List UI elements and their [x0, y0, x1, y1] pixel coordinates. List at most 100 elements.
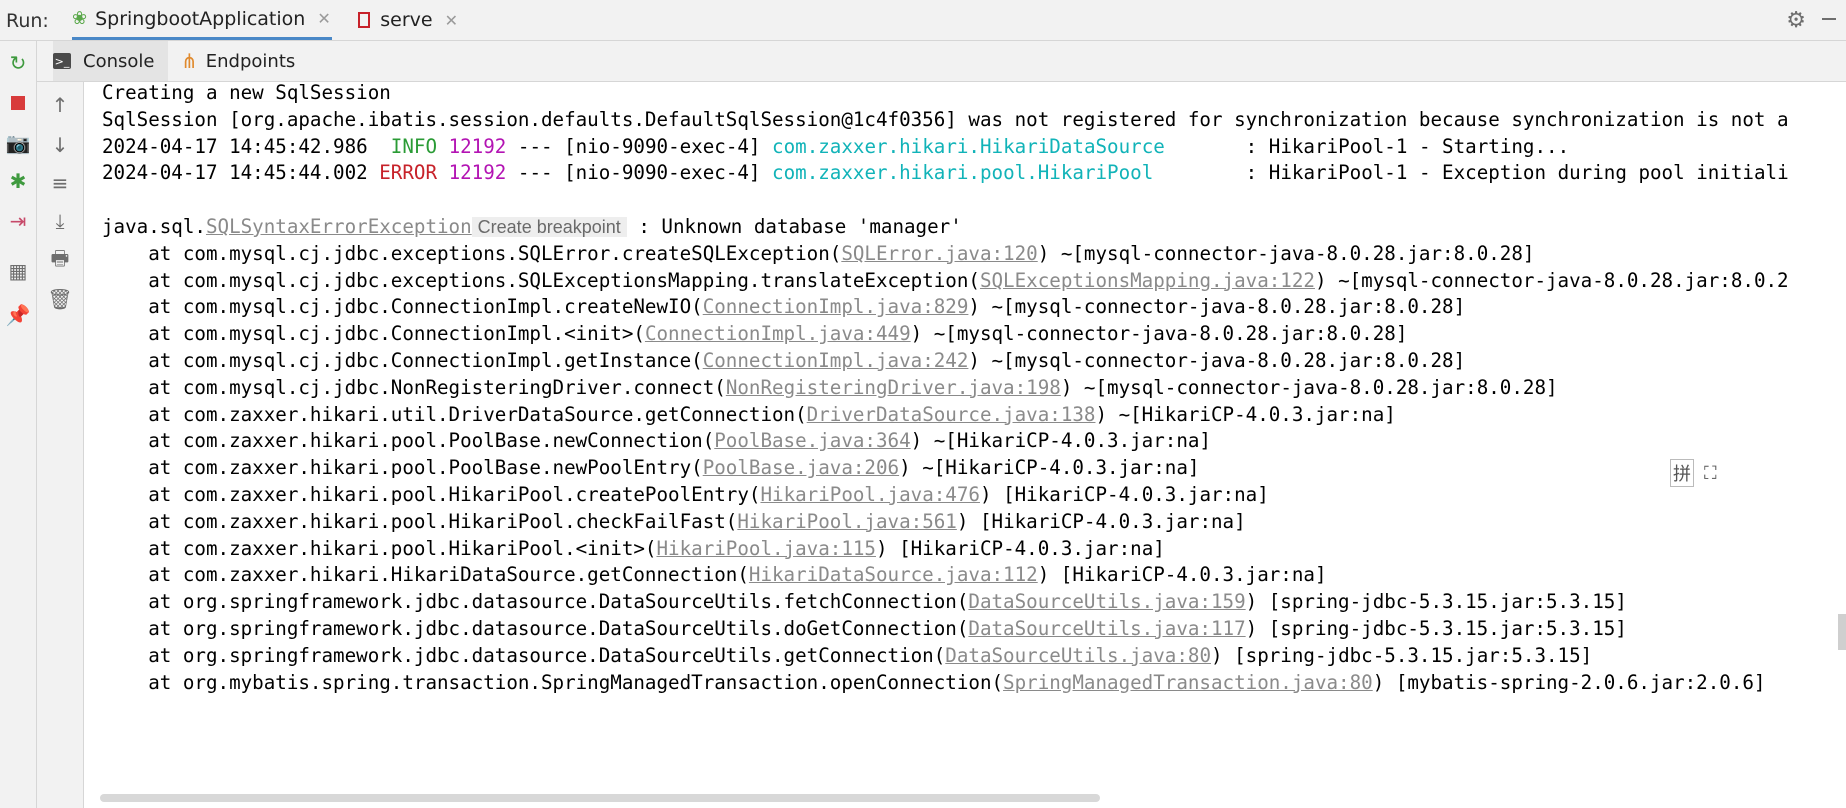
console-text: ) [spring-jdbc-5.3.15.jar:5.3.15]: [1211, 643, 1593, 667]
print-icon[interactable]: 🖶: [47, 246, 73, 274]
console-text: at com.mysql.cj.jdbc.ConnectionImpl.crea…: [102, 295, 703, 319]
rerun-icon[interactable]: ↻: [6, 51, 30, 75]
source-link[interactable]: NonRegisteringDriver.java:198: [726, 376, 1061, 399]
console-text: at org.mybatis.spring.transaction.Spring…: [102, 670, 1004, 694]
close-icon[interactable]: ✕: [317, 9, 330, 28]
console-text: ) [HikariCP-4.0.3.jar:na]: [876, 536, 1165, 560]
source-link[interactable]: DataSourceUtils.java:159: [968, 590, 1245, 613]
source-link[interactable]: ConnectionImpl.java:449: [645, 322, 911, 345]
tab-label: SpringbootApplication: [95, 7, 306, 30]
console-text: at com.zaxxer.hikari.pool.HikariPool.cre…: [102, 483, 761, 506]
console-output[interactable]: Creating a new SqlSession SqlSession [org…: [84, 82, 1846, 794]
tab-serve[interactable]: serve ✕: [358, 0, 458, 40]
source-link[interactable]: ConnectionImpl.java:829: [703, 295, 969, 318]
console-text: ) [HikariCP-4.0.3.jar:na]: [956, 509, 1246, 533]
camera-icon[interactable]: 📷: [6, 131, 31, 155]
gear-icon[interactable]: ⚙: [1786, 8, 1806, 33]
console-text: at org.springframework.jdbc.datasource.D…: [102, 617, 969, 640]
source-link[interactable]: ConnectionImpl.java:242: [703, 349, 969, 372]
tab-endpoints[interactable]: ⋔ Endpoints: [181, 41, 295, 81]
source-link[interactable]: HikariDataSource.java:112: [749, 563, 1038, 586]
process-id: 12192: [448, 134, 507, 158]
source-link[interactable]: HikariPool.java:115: [657, 537, 877, 560]
console-line: 2024-04-17 14:45:44.002 ERROR 12192 --- …: [102, 157, 1789, 188]
console-text: ) ~[mysql-connector-java-8.0.28.jar:8.0.…: [968, 295, 1466, 319]
tab-springbootapplication[interactable]: ❀ SpringbootApplication ✕: [72, 0, 332, 40]
ime-toolbar: 拼 ⛶: [1670, 458, 1730, 488]
source-link[interactable]: PoolBase.java:364: [714, 429, 910, 452]
pin-icon[interactable]: 📌: [6, 303, 31, 327]
source-link[interactable]: SQLExceptionsMapping.java:122: [980, 269, 1315, 292]
exit-icon[interactable]: ⇥: [6, 209, 30, 233]
console-text: at com.zaxxer.hikari.HikariDataSource.ge…: [102, 563, 749, 587]
console-text: at com.mysql.cj.jdbc.exceptions.SQLError…: [102, 241, 842, 265]
create-breakpoint-button[interactable]: Create breakpoint: [471, 217, 627, 237]
console-text: at com.mysql.cj.jdbc.ConnectionImpl.<ini…: [102, 322, 645, 346]
console-tab-bar: >_ Console ⋔ Endpoints: [37, 41, 1846, 82]
debug-icon[interactable]: ✱: [6, 169, 30, 193]
pinyin-icon[interactable]: 拼: [1670, 459, 1694, 487]
horizontal-scrollbar[interactable]: [100, 794, 1100, 802]
trash-icon[interactable]: 🗑: [47, 286, 73, 312]
tab-label: Console: [83, 50, 155, 72]
tab-label: serve: [380, 9, 433, 31]
console-text: ) ~[HikariCP-4.0.3.jar:na]: [910, 429, 1211, 453]
process-id: 12192: [448, 161, 507, 185]
console-text: ) ~[mysql-connector-java-8.0.28.jar:8.0.…: [1314, 268, 1789, 292]
console-text: ) ~[mysql-connector-java-8.0.28.jar:8.0.…: [910, 322, 1408, 346]
console-text: java.sql.: [102, 215, 206, 238]
run-toolbar: ↻ 📷 ✱ ⇥ ▦ 📌: [0, 41, 37, 808]
endpoints-icon: ⋔: [181, 49, 198, 73]
console-text: ) ~[HikariCP-4.0.3.jar:na]: [1095, 402, 1396, 426]
logger-name: com.zaxxer.hikari.HikariDataSource: [772, 134, 1165, 158]
console-text: SqlSession [org.apache.ibatis.session.de…: [102, 107, 1789, 131]
source-link[interactable]: DataSourceUtils.java:117: [968, 617, 1245, 640]
console-text: ) ~[mysql-connector-java-8.0.28.jar:8.0.…: [1037, 241, 1535, 265]
console-text: : HikariPool-1 - Starting...: [1164, 134, 1570, 158]
source-link[interactable]: SpringManagedTransaction.java:80: [1003, 671, 1373, 694]
scroll-to-end-icon[interactable]: ⤓: [47, 208, 73, 234]
console-text: ) [spring-jdbc-5.3.15.jar:5.3.15]: [1245, 617, 1627, 640]
source-link[interactable]: PoolBase.java:206: [703, 456, 899, 479]
vertical-scrollbar[interactable]: [1838, 614, 1846, 650]
console-text: : Unknown database 'manager': [626, 215, 962, 238]
console-text: Creating a new SqlSession: [102, 82, 391, 104]
run-tab-bar: Run: ❀ SpringbootApplication ✕ serve ✕ ⚙: [0, 0, 1846, 41]
console-text: at com.mysql.cj.jdbc.ConnectionImpl.getI…: [102, 349, 703, 372]
console-text: at com.zaxxer.hikari.pool.PoolBase.newCo…: [102, 429, 715, 453]
console-icon: >_: [53, 53, 71, 69]
console-text: at com.zaxxer.hikari.pool.HikariPool.<in…: [102, 536, 657, 560]
layout-icon[interactable]: ▦: [6, 259, 30, 283]
tab-console[interactable]: >_ Console: [53, 41, 169, 81]
console-text: --- [nio-9090-exec-4]: [506, 161, 773, 185]
source-link[interactable]: SQLError.java:120: [841, 242, 1037, 265]
soft-wrap-icon[interactable]: ≡: [47, 170, 73, 196]
arrow-up-icon[interactable]: ↑: [47, 92, 73, 118]
source-link[interactable]: HikariPool.java:476: [760, 483, 980, 506]
logger-name: com.zaxxer.hikari.pool.HikariPool: [772, 161, 1154, 185]
close-icon[interactable]: ✕: [445, 11, 458, 30]
console-text: ) [spring-jdbc-5.3.15.jar:5.3.15]: [1245, 590, 1627, 614]
console-text: at com.mysql.cj.jdbc.NonRegisteringDrive…: [102, 375, 726, 399]
minimize-icon[interactable]: [1822, 18, 1836, 20]
log-level: INFO: [390, 134, 438, 158]
console-text: --- [nio-9090-exec-4]: [506, 134, 773, 158]
stop-icon[interactable]: [6, 91, 30, 115]
source-link[interactable]: HikariPool.java:561: [737, 510, 957, 533]
source-link[interactable]: DataSourceUtils.java:80: [945, 644, 1211, 667]
console-text: 2024-04-17 14:45:42.986: [102, 134, 391, 158]
console-text: at org.springframework.jdbc.datasource.D…: [102, 590, 969, 614]
tab-label: Endpoints: [205, 50, 296, 72]
console-text: at com.zaxxer.hikari.pool.PoolBase.newPo…: [102, 456, 703, 480]
console-text: ) [HikariCP-4.0.3.jar:na]: [1037, 563, 1327, 587]
arrow-down-icon[interactable]: ↓: [47, 132, 73, 158]
log-level: ERROR: [379, 161, 438, 185]
spring-leaf-icon: ❀: [72, 8, 88, 29]
console-text: ) ~[HikariCP-4.0.3.jar:na]: [899, 456, 1200, 480]
source-link[interactable]: DriverDataSource.java:138: [807, 403, 1096, 426]
console-text: at com.mysql.cj.jdbc.exceptions.SQLExcep…: [102, 268, 980, 292]
source-link[interactable]: SQLSyntaxErrorException: [206, 215, 472, 238]
npm-icon: [358, 12, 371, 28]
expand-icon[interactable]: ⛶: [1702, 463, 1719, 484]
console-text: ) ~[mysql-connector-java-8.0.28.jar:8.0.…: [1060, 375, 1558, 399]
